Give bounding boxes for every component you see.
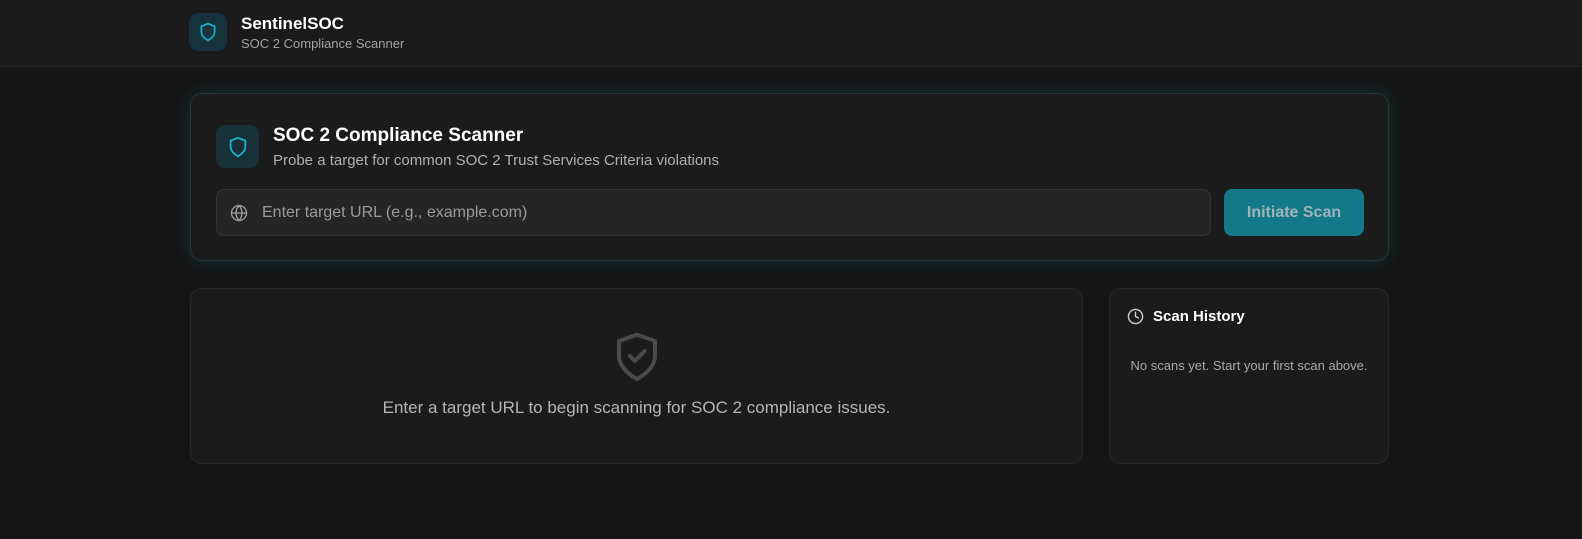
brand-name: SentinelSOC xyxy=(241,14,344,33)
target-url-field[interactable] xyxy=(216,189,1211,236)
initiate-scan-button[interactable]: Initiate Scan xyxy=(1224,189,1364,236)
brand-logo xyxy=(189,13,227,51)
shield-check-icon xyxy=(617,332,657,381)
shield-icon xyxy=(200,22,216,42)
globe-icon xyxy=(230,204,248,222)
scanner-card: SOC 2 Compliance Scanner Probe a target … xyxy=(190,93,1389,261)
scan-history-panel: Scan History No scans yet. Start your fi… xyxy=(1109,288,1389,464)
scanner-title: SOC 2 Compliance Scanner xyxy=(273,125,524,146)
results-panel: Enter a target URL to begin scanning for… xyxy=(190,288,1083,464)
app-header: SentinelSOC SOC 2 Compliance Scanner xyxy=(0,0,1582,67)
brand-subtitle: SOC 2 Compliance Scanner xyxy=(241,36,405,51)
target-url-input[interactable] xyxy=(260,190,1200,235)
scan-history-empty-message: No scans yet. Start your first scan abov… xyxy=(1130,358,1368,373)
shield-icon xyxy=(229,136,246,157)
clock-icon xyxy=(1127,308,1144,325)
scan-history-title: Scan History xyxy=(1153,308,1245,325)
scanner-description: Probe a target for common SOC 2 Trust Se… xyxy=(273,152,720,169)
results-empty-message: Enter a target URL to begin scanning for… xyxy=(382,398,891,417)
scanner-logo xyxy=(216,125,259,168)
